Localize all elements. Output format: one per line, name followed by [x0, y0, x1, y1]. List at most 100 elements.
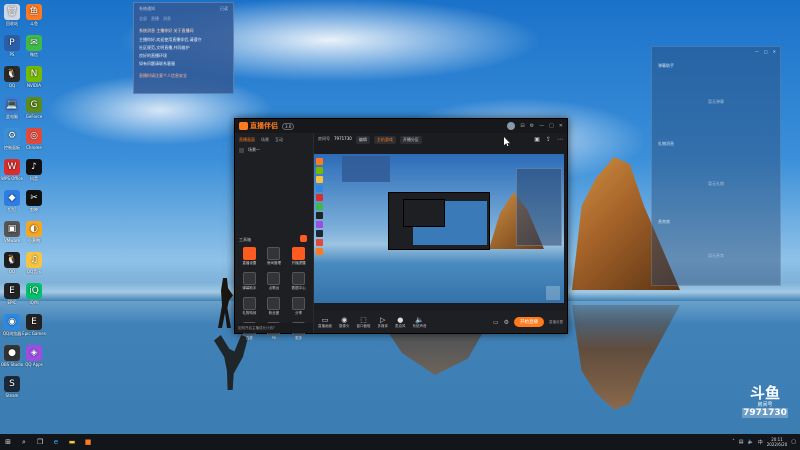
settings-icon[interactable]: ⚙	[504, 319, 509, 326]
desktop-icon[interactable]: ⚙ 控制面板	[0, 128, 24, 151]
desktop-icon[interactable]: iQ iQIYI	[22, 283, 46, 305]
notification-center-icon[interactable]: ▢	[791, 439, 796, 445]
live-preview[interactable]	[314, 154, 564, 310]
desktop-icon[interactable]: 🐧 QQ	[0, 252, 24, 274]
notice-tab-live[interactable]: 直播	[151, 16, 159, 22]
desktop-icon-label: 此电脑	[6, 114, 18, 119]
tool-item[interactable]: 分享	[286, 297, 311, 316]
desktop-icon[interactable]: 🐧 QQ	[0, 66, 24, 88]
start-live-button[interactable]: 开始直播	[514, 317, 544, 327]
tool-item[interactable]: 粉丝团	[262, 297, 287, 316]
file-explorer-icon[interactable]: ▬	[64, 434, 80, 450]
desktop-icon[interactable]: ◆ 钉钉	[0, 190, 24, 213]
desktop-icon[interactable]: E EPIC	[0, 283, 24, 305]
avatar[interactable]	[507, 122, 516, 130]
desktop-icon[interactable]: W WPS Office	[0, 159, 24, 181]
desktop-icon[interactable]: ◉ QQ浏览器	[0, 314, 24, 337]
maximize-icon[interactable]: □	[764, 49, 768, 54]
tool-item[interactable]: 点歌台	[262, 272, 287, 291]
desktop-icon[interactable]: N NVIDIA	[22, 66, 46, 88]
layout-icon[interactable]: ⊟	[520, 123, 524, 129]
volume-icon[interactable]: 🔈	[748, 439, 754, 445]
tool-item[interactable]: 数据中心	[286, 272, 311, 291]
settings-gear-icon[interactable]: ⚙	[530, 123, 534, 129]
desktop-icon[interactable]: ✂ 剪映	[22, 190, 46, 213]
eye-icon[interactable]	[239, 147, 244, 153]
desktop-icon[interactable]: ▣ VMware	[0, 221, 24, 243]
desktop-icon[interactable]: ◎ Chrome	[22, 128, 46, 150]
category-pill[interactable]: 主机游戏	[373, 136, 396, 144]
app-icon: E	[26, 314, 42, 330]
sub-category-pill[interactable]: 开播分区	[399, 136, 422, 144]
desktop-icon[interactable]: ● OBS Studio	[0, 345, 24, 367]
desktop-icon[interactable]: ♪ 抖音	[22, 159, 46, 182]
panel-empty-gifts: 暂无礼物	[708, 181, 724, 186]
desktop-icon[interactable]: ✉ 微信	[22, 35, 46, 58]
network-icon[interactable]: ▤	[739, 439, 744, 445]
desktop-icon[interactable]: ◐ 小黄鸭	[22, 221, 46, 244]
input-method-icon[interactable]: 中	[758, 439, 763, 446]
clock[interactable]: 20:11 2022/6/20	[767, 437, 788, 447]
scene-row[interactable]: 场景一	[235, 145, 313, 155]
streaming-app-window[interactable]: 直播伴侣 3.0 ⊟ ⚙ — □ ✕ 直播画面 场景 互动 场景一 工具箱 直播…	[234, 118, 568, 340]
desktop-icon-label: VMware	[4, 238, 20, 243]
desktop-icon[interactable]: 💻 此电脑	[0, 97, 24, 120]
desktop-icon[interactable]: 🗑 回收站	[0, 4, 24, 27]
tab-interact[interactable]: 互动	[275, 137, 283, 143]
system-audio-button[interactable]: 🔈 系统声音	[413, 316, 427, 329]
search-icon[interactable]: ⌕	[16, 434, 32, 450]
record-icon[interactable]: ▭	[493, 319, 499, 326]
tab-live-view[interactable]: 直播画面	[239, 137, 255, 143]
tool-item[interactable]: 礼物特效	[237, 297, 262, 316]
minimize-icon[interactable]: —	[539, 123, 544, 129]
source-screen-button[interactable]: ▭ 直播画面	[318, 316, 332, 329]
tool-item[interactable]: 房间管理	[262, 247, 287, 266]
desktop-icon[interactable]: E Epic Games	[22, 314, 46, 336]
desktop-icon[interactable]: ◈ QQ Apps	[22, 345, 46, 367]
task-view-icon[interactable]: ❐	[32, 434, 48, 450]
edge-icon[interactable]: e	[48, 434, 64, 450]
desktop-icon-label: NVIDIA	[27, 83, 41, 88]
app-icon: ▣	[4, 221, 20, 237]
source-window-button[interactable]: ⬚ 窗口截取	[357, 316, 371, 329]
notification-icon[interactable]: ▣	[534, 136, 540, 143]
panel-section-vip: 贵宾席	[658, 219, 670, 224]
share-icon[interactable]: ⇪	[546, 136, 551, 143]
notification-popup[interactable]: 系统通知 已读 全部 直播 消息 系统消息 主播你好 关于直播间 主播你好,欢迎…	[133, 2, 234, 94]
tool-item[interactable]: 弹幕助手	[237, 272, 262, 291]
tray-chevron-icon[interactable]: ˄	[732, 439, 735, 445]
desktop-icon-label: PS	[9, 52, 15, 57]
desktop-icon[interactable]: S Steam	[0, 376, 24, 398]
microphone-button[interactable]: ● 麦克风	[395, 316, 406, 329]
edit-title-button[interactable]: 编辑	[355, 136, 370, 144]
maximize-icon[interactable]: □	[549, 123, 554, 129]
streaming-app-taskbar-icon[interactable]: ■	[80, 434, 96, 450]
app-icon: E	[4, 283, 20, 299]
source-media-button[interactable]: ▷ 多媒体	[378, 316, 389, 329]
tool-item[interactable]: 直播设置	[237, 247, 262, 266]
desktop-icon[interactable]: G GeForce	[22, 97, 46, 119]
tool-item[interactable]: 开播提醒	[286, 247, 311, 266]
notice-tab-message[interactable]: 消息	[163, 16, 171, 22]
notice-title: 系统通知	[139, 6, 155, 11]
live-settings-link[interactable]: 直播设置	[549, 320, 563, 325]
tab-scene[interactable]: 场景	[261, 137, 269, 143]
app-icon: ◐	[26, 221, 42, 237]
desktop-icon[interactable]: ♫ QQ音乐	[22, 252, 46, 275]
growth-plan-link[interactable]: 如何开启主播成长计划?	[235, 323, 313, 333]
add-tool-icon[interactable]	[300, 235, 307, 242]
desktop-icon[interactable]: P PS	[0, 35, 24, 57]
close-icon[interactable]: ✕	[773, 49, 776, 54]
danmaku-overlay-panel[interactable]: — □ ✕ 弹幕助手 暂无弹幕 礼物消息 暂无礼物 贵宾席 暂无贵宾	[651, 46, 781, 286]
source-camera-button[interactable]: ◉ 摄像头	[339, 316, 350, 329]
version-badge[interactable]: 3.0	[282, 122, 295, 130]
app-titlebar[interactable]: 直播伴侣 3.0 ⊟ ⚙ — □ ✕	[235, 119, 567, 133]
notice-read-action[interactable]: 已读	[220, 6, 228, 12]
close-icon[interactable]: ✕	[559, 123, 563, 129]
notice-tab-all[interactable]: 全部	[139, 16, 147, 22]
start-button[interactable]: ⊞	[0, 434, 16, 450]
more-icon[interactable]: ⋯	[557, 136, 563, 143]
desktop-icon[interactable]: 鱼斗鱼	[22, 4, 46, 27]
minimize-icon[interactable]: —	[755, 49, 759, 54]
tool-label: 直播设置	[242, 261, 257, 265]
